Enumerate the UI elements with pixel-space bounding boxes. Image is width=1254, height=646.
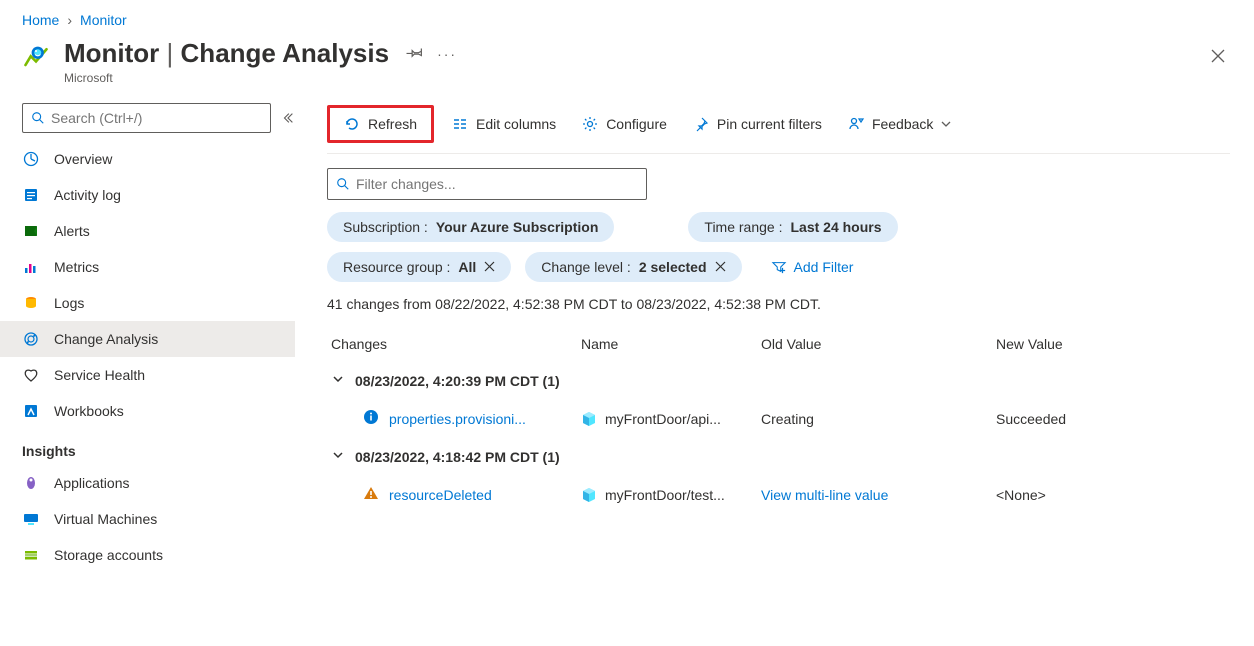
vm-icon: [22, 510, 40, 528]
table-row[interactable]: properties.provisioni... myFrontDoor/api…: [295, 399, 1230, 438]
sidebar-item-activity-log[interactable]: Activity log: [0, 177, 295, 213]
page-subtitle: Microsoft: [64, 71, 389, 85]
sidebar-item-label: Service Health: [54, 367, 145, 383]
sidebar-item-logs[interactable]: Logs: [0, 285, 295, 321]
sidebar-item-label: Workbooks: [54, 403, 124, 419]
overview-icon: [22, 150, 40, 168]
pin-filters-label: Pin current filters: [717, 116, 822, 132]
feedback-label: Feedback: [872, 116, 933, 132]
page-title: Monitor | Change Analysis: [64, 38, 389, 69]
add-filter-button[interactable]: Add Filter: [756, 252, 870, 282]
sidebar-item-label: Activity log: [54, 187, 121, 203]
change-link[interactable]: properties.provisioni...: [389, 411, 526, 427]
feedback-button[interactable]: Feedback: [840, 112, 959, 136]
group-header[interactable]: 08/23/2022, 4:18:42 PM CDT (1): [295, 438, 1230, 475]
toolbar: Refresh Edit columns Configure Pin curre…: [327, 103, 1230, 154]
applications-icon: [22, 474, 40, 492]
sidebar-item-alerts[interactable]: Alerts: [0, 213, 295, 249]
pin-filters-button[interactable]: Pin current filters: [685, 112, 830, 136]
activity-log-icon: [22, 186, 40, 204]
pin-icon[interactable]: [407, 44, 423, 63]
column-old-value[interactable]: Old Value: [761, 336, 996, 352]
configure-label: Configure: [606, 116, 667, 132]
sidebar-item-label: Metrics: [54, 259, 99, 275]
close-icon[interactable]: [484, 259, 495, 275]
chevron-right-icon: ›: [67, 12, 72, 28]
group-title: 08/23/2022, 4:20:39 PM CDT (1): [355, 373, 560, 389]
configure-button[interactable]: Configure: [574, 112, 675, 136]
collapse-sidebar-icon[interactable]: [281, 111, 295, 125]
more-icon[interactable]: ···: [437, 46, 457, 62]
chevron-down-icon: [941, 119, 951, 129]
sidebar-item-label: Change Analysis: [54, 331, 158, 347]
workbooks-icon: [22, 402, 40, 420]
filter-pill-change-level[interactable]: Change level : 2 selected: [525, 252, 741, 282]
metrics-icon: [22, 258, 40, 276]
search-input[interactable]: [22, 103, 271, 133]
refresh-button[interactable]: Refresh: [327, 105, 434, 143]
logs-icon: [22, 294, 40, 312]
column-new-value[interactable]: New Value: [996, 336, 1230, 352]
filter-icon: [772, 260, 786, 274]
sidebar-item-label: Overview: [54, 151, 112, 167]
sidebar: Overview Activity log Alerts Metrics Log…: [0, 95, 295, 573]
filter-changes-input[interactable]: [327, 168, 647, 200]
storage-icon: [22, 546, 40, 564]
monitor-icon: [22, 44, 50, 72]
sidebar-item-label: Alerts: [54, 223, 90, 239]
sidebar-section-insights: Insights: [0, 429, 295, 465]
page-header: Monitor | Change Analysis Microsoft ···: [0, 32, 1254, 95]
edit-columns-button[interactable]: Edit columns: [444, 112, 564, 136]
resource-icon: [581, 487, 597, 503]
sidebar-item-overview[interactable]: Overview: [0, 141, 295, 177]
resource-name: myFrontDoor/api...: [605, 411, 721, 427]
chevron-down-icon: [331, 448, 345, 465]
sidebar-item-storage-accounts[interactable]: Storage accounts: [0, 537, 295, 573]
filter-pill-resource-group[interactable]: Resource group : All: [327, 252, 511, 282]
chevron-down-icon: [331, 372, 345, 389]
sidebar-item-workbooks[interactable]: Workbooks: [0, 393, 295, 429]
new-value: Succeeded: [996, 411, 1230, 427]
column-changes[interactable]: Changes: [331, 336, 581, 352]
change-analysis-icon: [22, 330, 40, 348]
breadcrumb-home[interactable]: Home: [22, 12, 59, 28]
results-summary: 41 changes from 08/22/2022, 4:52:38 PM C…: [327, 296, 1230, 312]
info-icon: [363, 409, 379, 428]
sidebar-item-label: Logs: [54, 295, 84, 311]
alerts-icon: [22, 222, 40, 240]
sidebar-item-metrics[interactable]: Metrics: [0, 249, 295, 285]
resource-name: myFrontDoor/test...: [605, 487, 725, 503]
sidebar-item-applications[interactable]: Applications: [0, 465, 295, 501]
change-link[interactable]: resourceDeleted: [389, 487, 492, 503]
table-row[interactable]: resourceDeleted myFrontDoor/test... View…: [295, 475, 1230, 514]
sidebar-item-service-health[interactable]: Service Health: [0, 357, 295, 393]
sidebar-item-label: Applications: [54, 475, 130, 491]
group-header[interactable]: 08/23/2022, 4:20:39 PM CDT (1): [295, 362, 1230, 399]
sidebar-item-label: Storage accounts: [54, 547, 163, 563]
warning-icon: [363, 485, 379, 504]
refresh-label: Refresh: [368, 116, 417, 132]
close-icon[interactable]: [1204, 42, 1232, 75]
sidebar-item-virtual-machines[interactable]: Virtual Machines: [0, 501, 295, 537]
sidebar-item-label: Virtual Machines: [54, 511, 157, 527]
column-name[interactable]: Name: [581, 336, 761, 352]
sidebar-item-change-analysis[interactable]: Change Analysis: [0, 321, 295, 357]
new-value: <None>: [996, 487, 1230, 503]
old-value-link[interactable]: View multi-line value: [761, 487, 996, 503]
filter-pill-time-range[interactable]: Time range : Last 24 hours: [688, 212, 897, 242]
breadcrumb: Home › Monitor: [0, 0, 1254, 32]
filter-pill-subscription[interactable]: Subscription : Your Azure Subscription: [327, 212, 614, 242]
group-title: 08/23/2022, 4:18:42 PM CDT (1): [355, 449, 560, 465]
old-value: Creating: [761, 411, 996, 427]
resource-icon: [581, 411, 597, 427]
service-health-icon: [22, 366, 40, 384]
breadcrumb-monitor[interactable]: Monitor: [80, 12, 127, 28]
main-content: Refresh Edit columns Configure Pin curre…: [295, 95, 1254, 573]
table-header: Changes Name Old Value New Value: [295, 326, 1230, 362]
edit-columns-label: Edit columns: [476, 116, 556, 132]
close-icon[interactable]: [715, 259, 726, 275]
